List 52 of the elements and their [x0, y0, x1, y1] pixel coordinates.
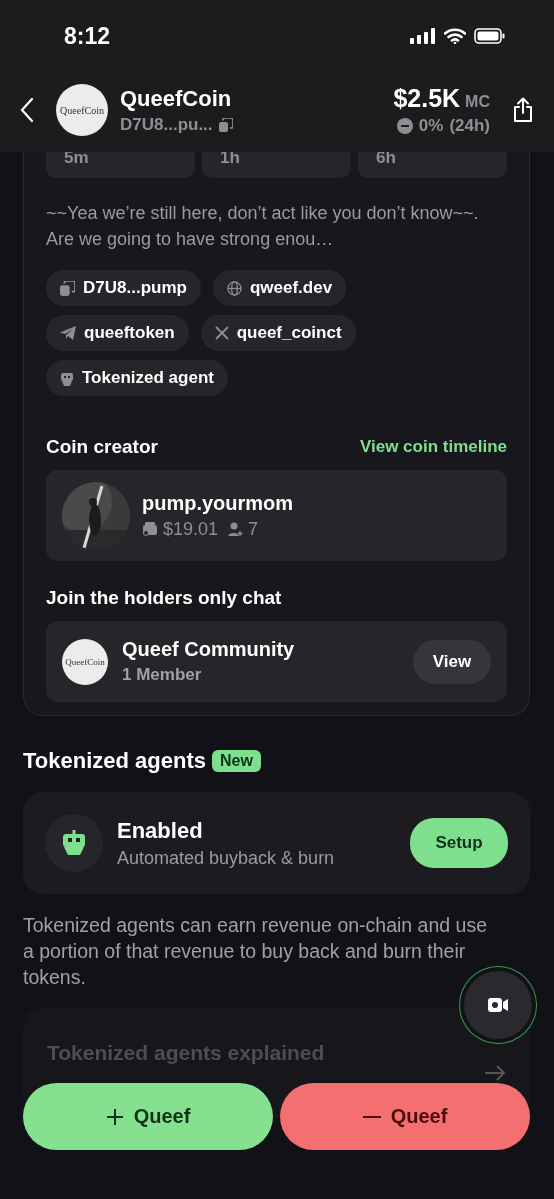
link-chip[interactable]: D7U8...pump — [46, 270, 201, 306]
change-period: (24h) — [449, 116, 490, 136]
community-name: Queef Community — [122, 638, 296, 661]
globe-icon — [226, 280, 242, 296]
link-chip[interactable]: Tokenized agent — [46, 360, 228, 396]
share-icon[interactable] — [512, 97, 534, 123]
creator-balance: $19.01 — [163, 518, 219, 540]
setup-button[interactable]: Setup — [410, 818, 508, 868]
price-change: 0% — [418, 116, 444, 136]
contract-address: D7U8...pu... — [120, 114, 213, 135]
section-title: Tokenized agents — [23, 748, 206, 774]
robot-icon — [62, 830, 86, 856]
agent-subtitle: Automated buyback & burn — [117, 847, 336, 869]
coin-description: ~~Yea we’re still here, don’t act like you don’t know~~. Are we going to have strong enou… — [46, 202, 480, 251]
sell-button[interactable]: Queef — [280, 1083, 530, 1150]
copy-icon — [60, 280, 75, 296]
wifi-icon — [444, 28, 466, 44]
link-chip[interactable]: qweef.dev — [212, 270, 347, 306]
copy-icon[interactable] — [218, 117, 233, 132]
timeline-link[interactable]: View coin timeline — [359, 437, 507, 457]
x-icon — [214, 326, 229, 340]
link-chip[interactable]: queef_coinct — [200, 315, 356, 351]
view-button[interactable]: View — [413, 639, 491, 684]
section-title: Coin creator — [46, 436, 158, 458]
new-badge: New — [211, 750, 261, 772]
status-time: 8:12 — [64, 22, 111, 50]
section-title: Join the holders only chat — [46, 587, 283, 609]
creator-name: pump.yourmom — [142, 491, 294, 515]
followers-icon — [228, 522, 244, 536]
signal-icon — [410, 28, 436, 44]
coin-name: QueefCoin — [120, 85, 233, 112]
creator-card[interactable]: pump.yourmom $19.01 7 — [46, 470, 507, 561]
community-logo: QueefCoin — [62, 638, 108, 685]
agent-status: Enabled — [117, 817, 204, 844]
member-count: 1 Member — [122, 665, 203, 685]
coin-logo: QueefCoin — [56, 84, 108, 136]
robot-icon — [60, 370, 74, 386]
agents-description: Tokenized agents can earn revenue on-chain and use a portion of that revenue to buy back and burn their tokens. — [23, 913, 488, 990]
market-cap: $2.5K — [393, 84, 461, 113]
follower-count: 7 — [248, 518, 259, 540]
battery-icon — [474, 28, 506, 44]
minus-icon — [362, 1114, 381, 1119]
link-chip[interactable]: queeftoken — [46, 315, 189, 351]
market-cap-label: MC — [465, 93, 490, 111]
video-camera-icon — [488, 998, 508, 1012]
buy-button[interactable]: Queef — [23, 1083, 273, 1150]
video-button[interactable] — [464, 971, 532, 1039]
plus-icon — [105, 1107, 124, 1126]
back-icon[interactable] — [20, 97, 34, 123]
neutral-icon — [396, 118, 413, 134]
arrow-icon — [484, 1065, 506, 1081]
paper-plane-icon — [60, 326, 76, 340]
